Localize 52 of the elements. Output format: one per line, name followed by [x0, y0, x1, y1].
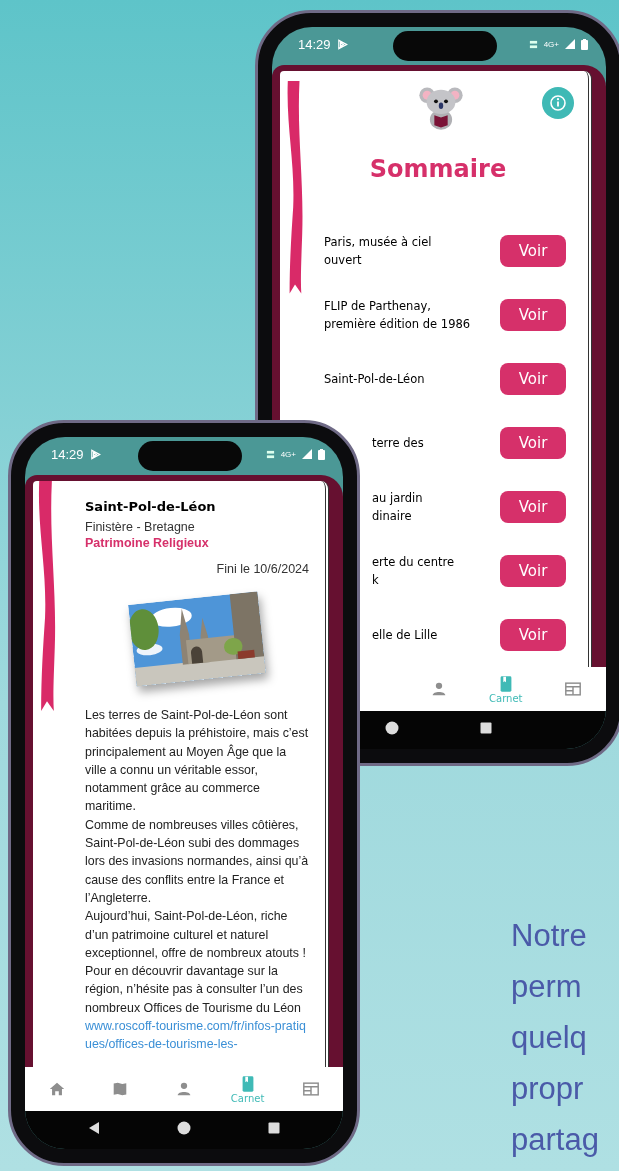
recents-icon[interactable]: [479, 721, 493, 735]
person-icon: [430, 680, 448, 698]
play-icon: [336, 38, 348, 50]
description-paragraph: Les terres de Saint-Pol-de-Léon sont habitées depuis la préhistoire, mais c’est principalement au Moyen Âge que la ville a connu un véritable essor, notamment grâce au commerce maritime.: [85, 707, 309, 816]
entry-title: terre des: [371, 435, 424, 452]
entry-title: Saint-Pol-de-Léon: [324, 371, 425, 388]
battery-icon: [581, 38, 588, 50]
back-icon[interactable]: [87, 1121, 101, 1135]
recents-icon[interactable]: [267, 1121, 281, 1135]
status-time: 14:29: [51, 446, 84, 462]
entry-title: Paris, musée à ciel ouvert: [324, 234, 432, 269]
entry-title: erte du centre k: [371, 554, 455, 589]
tagline-text: propr: [511, 1070, 585, 1108]
description-paragraph: Aujourd’hui, Saint-Pol-de-Léon, riche d’un patrimoine culturel et naturel exceptionnel, offre de nombreux atouts ! Pour en découvrir davantage sur la région, n’hésite pas à consulter l’un des nombreux Offices de Tourisme du Léon: [85, 908, 307, 1017]
signal-icon: [302, 449, 312, 459]
description-paragraph: Comme de nombreuses villes côtières, Saint-Pol-de-Léon subi des dommages lors des invasions normandes, ainsi qu’à cause des conflits entre la France et l’Angleterre.: [85, 816, 309, 907]
entry-title: au jardin dinaire: [371, 490, 423, 525]
volte-icon: [265, 449, 275, 459]
view-button[interactable]: Voir: [500, 619, 566, 651]
view-button[interactable]: Voir: [500, 299, 566, 331]
view-button[interactable]: Voir: [500, 491, 566, 523]
info-icon: [548, 93, 568, 113]
calendar-icon: [302, 1080, 321, 1098]
network-label: 4G+: [280, 449, 296, 459]
view-button[interactable]: Voir: [500, 427, 566, 459]
tagline-text: quelq: [511, 1019, 588, 1057]
tagline-text: partag: [511, 1121, 599, 1159]
home-circle-icon[interactable]: [385, 721, 399, 735]
battery-icon: [318, 448, 325, 460]
network-label: 4G+: [543, 39, 559, 49]
view-button[interactable]: Voir: [500, 555, 566, 587]
info-button[interactable]: [542, 87, 574, 119]
page-title: Sommaire: [369, 155, 507, 183]
tagline-text: Notre: [511, 917, 588, 955]
view-button[interactable]: Voir: [500, 363, 566, 395]
signal-icon: [565, 39, 575, 49]
status-time: 14:29: [298, 36, 331, 52]
place-category: Patrimoine Religieux: [85, 536, 210, 550]
place-region: Finistère - Bretagne: [85, 520, 196, 534]
volte-icon: [528, 39, 538, 49]
home-icon: [47, 1080, 66, 1098]
entry-title: elle de Lille: [371, 627, 438, 644]
person-icon: [175, 1080, 193, 1098]
play-icon: [89, 448, 101, 460]
calendar-icon: [563, 680, 582, 698]
tagline-text: perm: [511, 968, 583, 1006]
view-button[interactable]: Voir: [500, 235, 566, 267]
entry-title: FLIP de Parthenay, première édition de 1986: [324, 298, 471, 333]
place-title: Saint-Pol-de-Léon: [85, 499, 217, 514]
finished-date: Fini le 10/6/2024: [216, 562, 309, 576]
tourism-link[interactable]: www.roscoff-tourisme.com/fr/infos-pratiques/offices-de-tourisme-les-: [85, 1017, 309, 1054]
home-circle-icon[interactable]: [177, 1121, 191, 1135]
